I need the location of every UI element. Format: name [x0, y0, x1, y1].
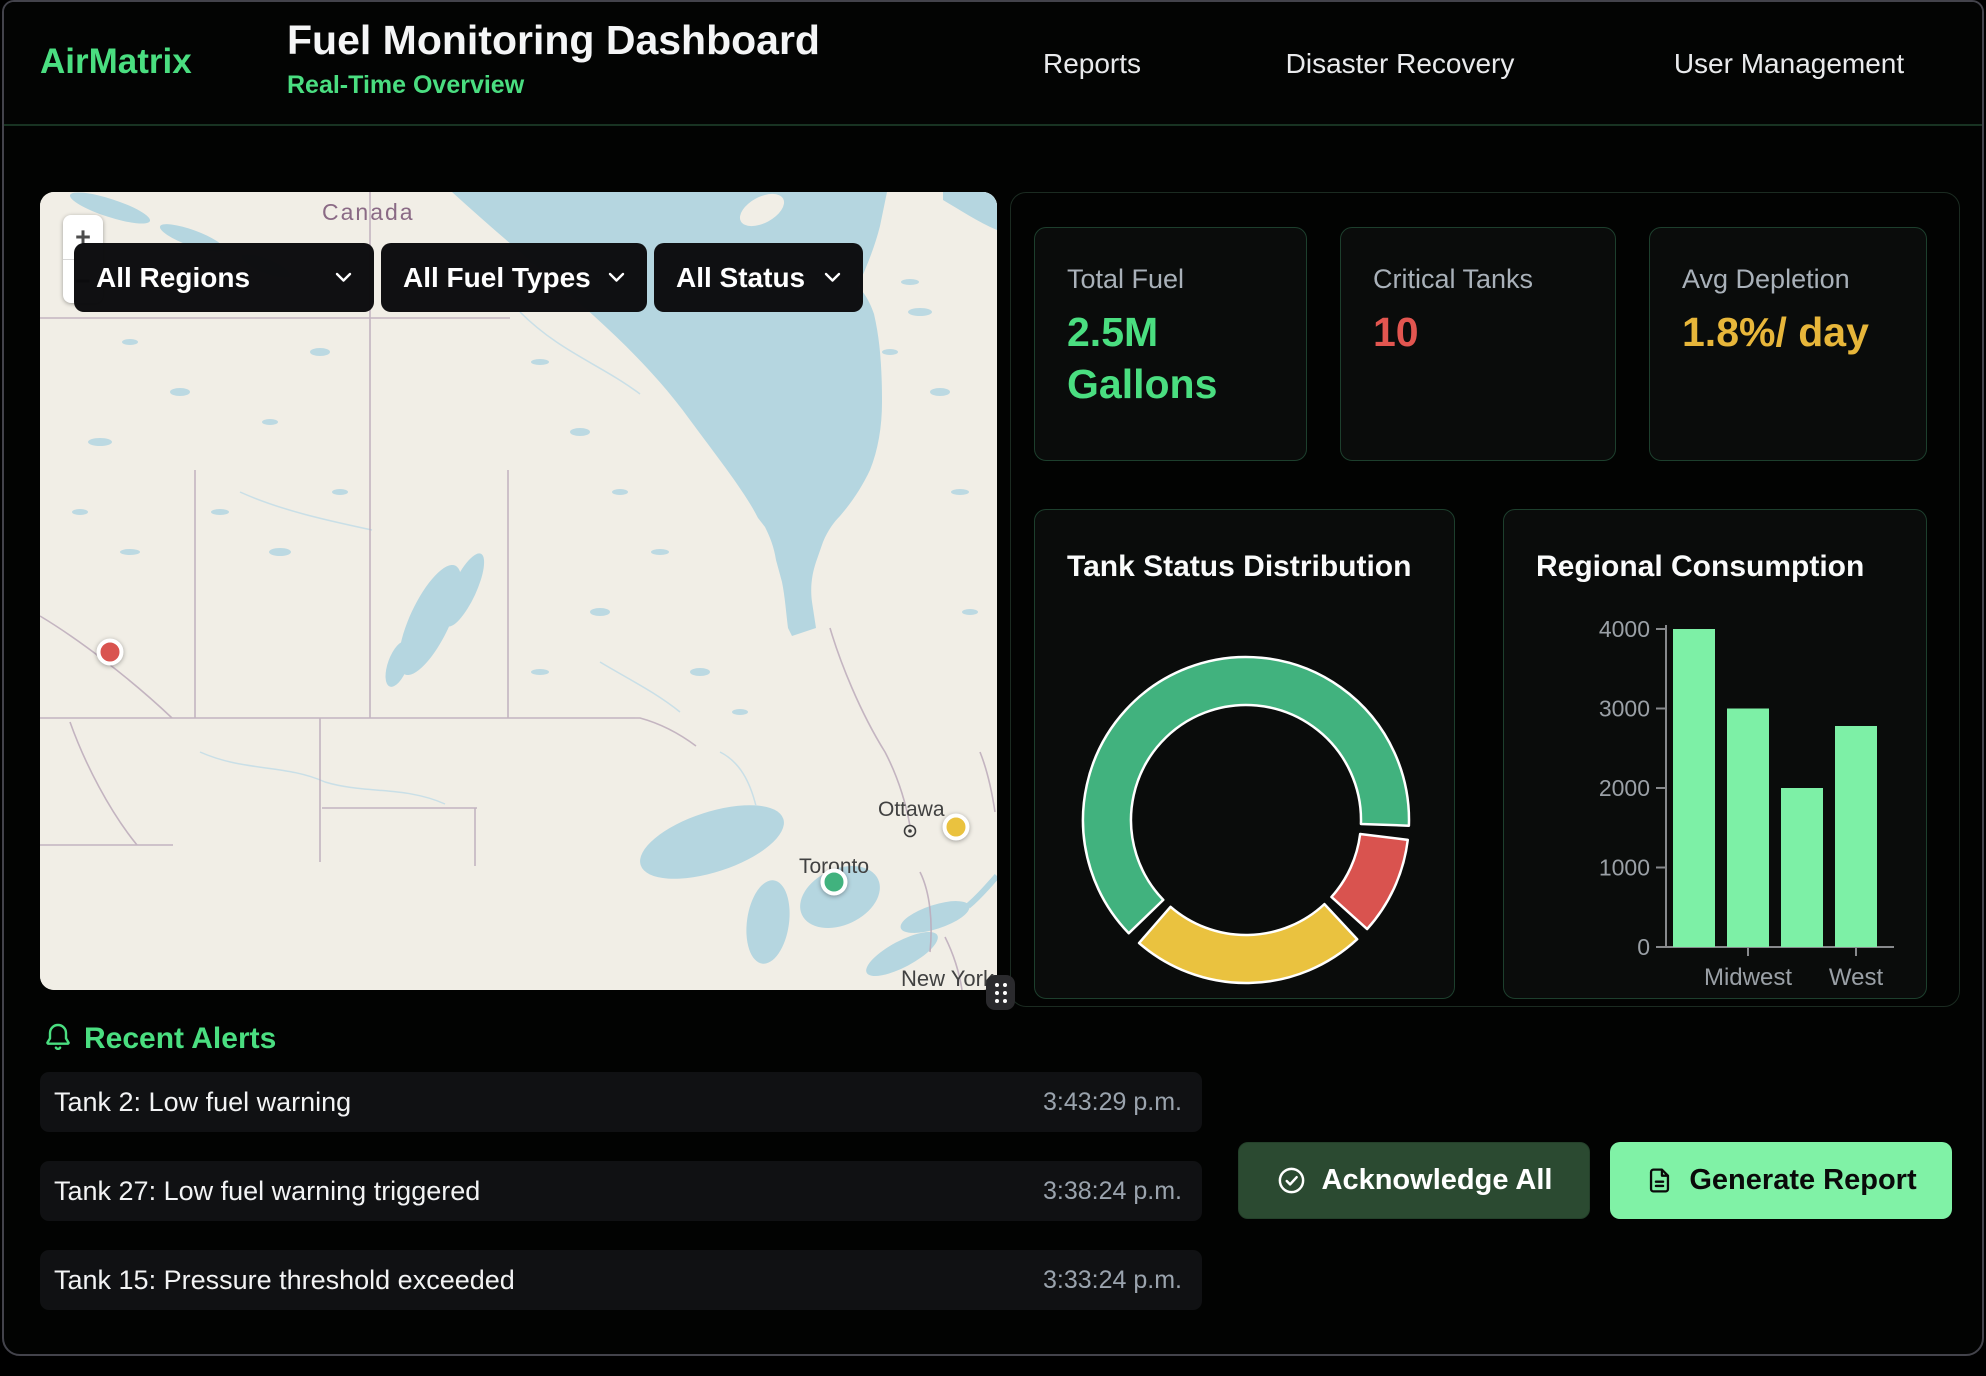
tank-marker-warning[interactable]: [943, 814, 970, 841]
brand-logo: AirMatrix: [40, 42, 192, 82]
svg-text:West: West: [1829, 964, 1884, 991]
check-circle-icon: [1276, 1165, 1307, 1196]
stat-value: 10: [1373, 306, 1568, 358]
stat-label: Total Fuel: [1067, 264, 1184, 295]
map-label-ottawa: Ottawa: [878, 798, 945, 821]
stat-card-critical-tanks: Critical Tanks 10: [1340, 227, 1616, 461]
nav-reports[interactable]: Reports: [1043, 48, 1141, 80]
bell-icon: [42, 1020, 74, 1054]
app-window: AirMatrix Fuel Monitoring Dashboard Real…: [2, 0, 1984, 1356]
acknowledge-all-button[interactable]: Acknowledge All: [1238, 1142, 1590, 1219]
stat-card-total-fuel: Total Fuel 2.5M Gallons: [1034, 227, 1307, 461]
generate-report-label: Generate Report: [1689, 1164, 1916, 1197]
stat-value: 1.8%/ day: [1682, 306, 1877, 358]
page-subtitle: Real-Time Overview: [287, 71, 820, 100]
region-filter-dropdown[interactable]: All Regions: [74, 243, 374, 312]
status-filter-dropdown[interactable]: All Status: [654, 243, 863, 312]
page-title: Fuel Monitoring Dashboard: [287, 17, 820, 64]
alert-text: Tank 15: Pressure threshold exceeded: [54, 1265, 515, 1296]
stat-label: Avg Depletion: [1682, 264, 1850, 295]
chevron-down-icon: [335, 272, 352, 283]
map-panel: Canada Ottawa Toronto New York + − All R…: [40, 192, 997, 990]
fuel-type-filter-value: All Fuel Types: [403, 262, 591, 294]
page-title-block: Fuel Monitoring Dashboard Real-Time Over…: [287, 17, 820, 100]
chevron-down-icon: [608, 272, 625, 283]
map-filter-bar: All Regions All Fuel Types All Status: [74, 243, 863, 312]
acknowledge-all-label: Acknowledge All: [1322, 1164, 1553, 1197]
fuel-type-filter-dropdown[interactable]: All Fuel Types: [381, 243, 647, 312]
map-resize-grip-icon[interactable]: [986, 975, 1015, 1010]
svg-text:4000: 4000: [1599, 616, 1650, 642]
svg-text:0: 0: [1637, 934, 1650, 960]
header: AirMatrix Fuel Monitoring Dashboard Real…: [4, 2, 1982, 126]
svg-text:2000: 2000: [1599, 775, 1650, 801]
tank-status-donut-chart: [1035, 510, 1456, 1000]
alert-timestamp: 3:33:24 p.m.: [1043, 1266, 1182, 1295]
stat-label: Critical Tanks: [1373, 264, 1533, 295]
svg-text:Midwest: Midwest: [1704, 964, 1792, 991]
tank-marker-normal[interactable]: [821, 869, 848, 896]
alert-timestamp: 3:43:29 p.m.: [1043, 1088, 1182, 1117]
alerts-section-title: Recent Alerts: [84, 1022, 276, 1056]
region-filter-value: All Regions: [96, 262, 250, 294]
status-filter-value: All Status: [676, 262, 805, 294]
regional-consumption-bar-chart: 0 1000 2000 3000 4000 Midwest West: [1504, 510, 1928, 1000]
alert-row[interactable]: Tank 15: Pressure threshold exceeded 3:3…: [40, 1250, 1202, 1310]
regional-consumption-card: Regional Consumption 01000200030004000Mi…: [1503, 509, 1927, 999]
generate-report-button[interactable]: Generate Report: [1610, 1142, 1952, 1219]
alert-row[interactable]: Tank 2: Low fuel warning 3:43:29 p.m.: [40, 1072, 1202, 1132]
alert-text: Tank 2: Low fuel warning: [54, 1087, 351, 1118]
tank-status-card: Tank Status Distribution: [1034, 509, 1455, 999]
tank-marker-critical[interactable]: [97, 639, 124, 666]
svg-text:1000: 1000: [1599, 855, 1650, 881]
chevron-down-icon: [824, 272, 841, 283]
map-label-newyork: New York: [901, 966, 995, 990]
map-label-country: Canada: [322, 199, 415, 225]
nav-user-management[interactable]: User Management: [1674, 48, 1904, 80]
svg-text:3000: 3000: [1599, 696, 1650, 722]
stat-value: 2.5M Gallons: [1067, 306, 1262, 411]
document-icon: [1645, 1166, 1674, 1195]
stat-card-avg-depletion: Avg Depletion 1.8%/ day: [1649, 227, 1927, 461]
alert-text: Tank 27: Low fuel warning triggered: [54, 1176, 480, 1207]
alert-row[interactable]: Tank 27: Low fuel warning triggered 3:38…: [40, 1161, 1202, 1221]
alert-timestamp: 3:38:24 p.m.: [1043, 1177, 1182, 1206]
nav-disaster-recovery[interactable]: Disaster Recovery: [1286, 48, 1515, 80]
